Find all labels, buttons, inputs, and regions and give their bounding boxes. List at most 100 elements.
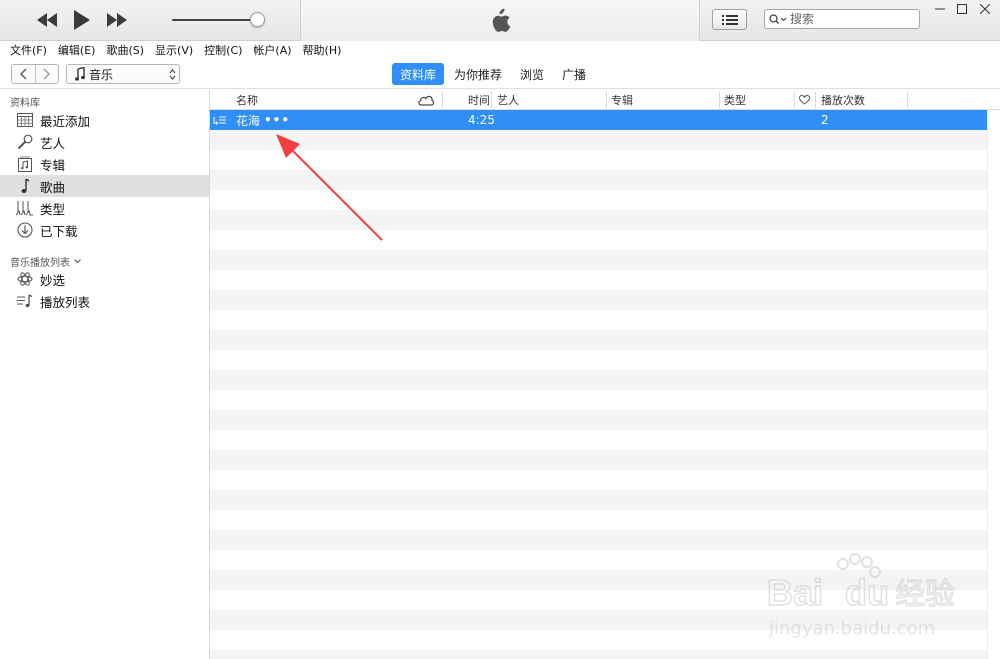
genius-atom-icon xyxy=(16,270,34,288)
list-icon xyxy=(721,14,738,25)
media-kind-label: 音乐 xyxy=(89,67,114,82)
column-header-genre[interactable]: 类型 xyxy=(724,90,746,110)
tab-radio[interactable]: 广播 xyxy=(554,63,594,85)
empty-row xyxy=(210,130,987,150)
minimize-icon xyxy=(935,8,945,10)
volume-knob[interactable] xyxy=(250,12,265,27)
chevron-down-icon xyxy=(74,259,81,264)
play-button[interactable] xyxy=(70,6,94,34)
vertical-scrollbar[interactable] xyxy=(987,110,1000,659)
close-button[interactable] xyxy=(974,1,996,17)
column-divider xyxy=(815,92,816,108)
sidebar-item-genius-mixes[interactable]: 妙选 xyxy=(0,268,209,290)
sidebar-item-label: 最近添加 xyxy=(40,113,91,129)
music-note-icon xyxy=(16,177,34,195)
empty-row xyxy=(210,170,987,190)
empty-row xyxy=(210,550,987,570)
menu-song[interactable]: 歌曲(S) xyxy=(106,42,144,58)
empty-row xyxy=(210,390,987,410)
empty-row xyxy=(210,250,987,270)
empty-row xyxy=(210,270,987,290)
song-rows: 花海 ••• 4:25 2 xyxy=(210,110,987,659)
chevron-right-icon xyxy=(43,68,50,80)
search-icon xyxy=(769,13,787,24)
column-divider xyxy=(491,92,492,108)
close-icon xyxy=(980,4,990,14)
grid-calendar-icon xyxy=(16,111,34,129)
download-icon xyxy=(16,221,34,239)
chevron-left-icon xyxy=(20,68,27,80)
player-bar xyxy=(0,0,1000,41)
playlists-section-header[interactable]: 音乐播放列表 xyxy=(10,254,81,269)
empty-row xyxy=(210,590,987,610)
sidebar-item-recently-added[interactable]: 最近添加 xyxy=(0,109,209,131)
playlist-icon xyxy=(16,292,34,310)
tab-browse[interactable]: 浏览 xyxy=(512,63,552,85)
menu-edit[interactable]: 编辑(E) xyxy=(58,42,96,58)
column-divider xyxy=(794,92,795,108)
search-input[interactable] xyxy=(790,12,910,26)
menu-controls[interactable]: 控制(C) xyxy=(204,42,242,58)
sidebar-item-artists[interactable]: 艺人 xyxy=(0,131,209,153)
search-field[interactable] xyxy=(764,9,920,29)
heart-icon xyxy=(799,95,810,105)
menu-file[interactable]: 文件(F) xyxy=(10,42,47,58)
itunes-window: 文件(F) 编辑(E) 歌曲(S) 显示(V) 控制(C) 帐户(A) 帮助(H… xyxy=(0,0,1000,659)
maximize-button[interactable] xyxy=(951,1,973,17)
empty-row xyxy=(210,310,987,330)
fast-forward-button[interactable] xyxy=(104,6,130,34)
navigation-bar: 音乐 资料库 为你推荐 浏览 广播 xyxy=(0,59,1000,89)
cloud-icon xyxy=(418,95,435,106)
empty-row xyxy=(210,570,987,590)
sidebar-item-albums[interactable]: 专辑 xyxy=(0,153,209,175)
column-header-love[interactable] xyxy=(799,90,810,110)
table-row[interactable]: 花海 ••• 4:25 2 xyxy=(210,110,987,130)
empty-row xyxy=(210,470,987,490)
column-divider xyxy=(442,92,443,108)
column-divider xyxy=(606,92,607,108)
sidebar-item-downloaded[interactable]: 已下载 xyxy=(0,219,209,241)
sidebar-item-label: 歌曲 xyxy=(40,179,66,195)
minimize-button[interactable] xyxy=(929,1,951,17)
sidebar-item-playlists[interactable]: 播放列表 xyxy=(0,290,209,312)
playlists-header-label: 音乐播放列表 xyxy=(10,258,70,269)
volume-slider[interactable] xyxy=(172,12,265,28)
column-divider xyxy=(719,92,720,108)
forward-button[interactable] xyxy=(34,65,58,83)
column-header-icloud[interactable] xyxy=(417,90,435,110)
menu-bar: 文件(F) 编辑(E) 歌曲(S) 显示(V) 控制(C) 帐户(A) 帮助(H… xyxy=(0,41,1000,59)
tab-library[interactable]: 资料库 xyxy=(392,63,445,85)
sidebar-item-label: 已下载 xyxy=(40,223,78,239)
sidebar-item-genres[interactable]: 类型 xyxy=(0,197,209,219)
empty-row xyxy=(210,150,987,170)
genre-icon xyxy=(16,199,34,217)
play-icon xyxy=(74,10,90,30)
column-divider xyxy=(907,92,908,108)
column-header-name[interactable]: 名称 xyxy=(236,90,258,110)
menu-account[interactable]: 帐户(A) xyxy=(253,42,291,58)
song-name: 花海 xyxy=(236,113,261,128)
menu-help[interactable]: 帮助(H) xyxy=(303,42,342,58)
sidebar-item-songs[interactable]: 歌曲 xyxy=(0,175,209,197)
column-header-time[interactable]: 时间 xyxy=(468,90,490,110)
column-header-artist[interactable]: 艺人 xyxy=(497,90,519,110)
empty-row xyxy=(210,630,987,650)
rewind-button[interactable] xyxy=(34,6,60,34)
updown-chevron-icon xyxy=(165,68,179,80)
tab-for-you[interactable]: 为你推荐 xyxy=(446,63,510,85)
empty-row xyxy=(210,450,987,470)
empty-row xyxy=(210,430,987,450)
up-next-list-button[interactable] xyxy=(712,9,747,30)
media-kind-select[interactable]: 音乐 xyxy=(66,64,180,84)
now-playing-list-icon xyxy=(213,110,227,130)
sidebar-item-label: 艺人 xyxy=(40,135,66,151)
status-display xyxy=(300,0,700,41)
more-options-button[interactable]: ••• xyxy=(264,110,290,130)
sidebar-item-label: 播放列表 xyxy=(40,294,91,310)
column-header-plays[interactable]: 播放次数 xyxy=(821,90,865,110)
back-button[interactable] xyxy=(12,65,35,83)
sidebar: 资料库 最近添加 艺人 专辑 歌曲 类型 已下载 音乐播放列表 妙选 播放列表 xyxy=(0,90,210,659)
menu-view[interactable]: 显示(V) xyxy=(155,42,193,58)
column-header-album[interactable]: 专辑 xyxy=(611,90,633,110)
empty-row xyxy=(210,230,987,250)
